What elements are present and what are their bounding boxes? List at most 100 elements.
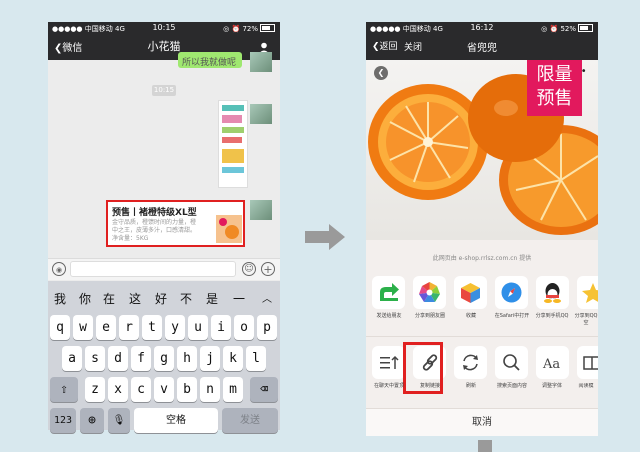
qzone-icon <box>582 283 604 303</box>
share-label: 发送给朋友 <box>376 313 402 319</box>
pin-top-icon <box>380 355 399 369</box>
voice-icon[interactable]: ◉ <box>52 262 66 276</box>
suggestion-item[interactable]: 你 <box>74 290 96 307</box>
search-icon <box>503 354 520 371</box>
chevron-left-icon: ❮ <box>377 68 385 77</box>
backspace-icon: ⌫ <box>260 382 268 397</box>
share-button-qzone[interactable] <box>577 276 604 309</box>
emoji-icon[interactable]: ☺ <box>242 262 256 276</box>
key-u[interactable]: u <box>188 315 208 340</box>
page-title: 省兜兜 <box>467 43 497 54</box>
key-c[interactable]: c <box>131 377 151 402</box>
globe-icon: ⊕ <box>88 413 96 428</box>
key-p[interactable]: p <box>257 315 277 340</box>
key-k[interactable]: k <box>223 346 243 371</box>
suggestion-item[interactable]: 好 <box>150 290 172 307</box>
action-label: 阅读模 <box>578 383 594 389</box>
key-w[interactable]: w <box>73 315 93 340</box>
back-circle-button[interactable]: ❮ <box>374 66 388 80</box>
suggestion-item[interactable]: 不 <box>175 290 197 307</box>
share-label: 分享到手机QQ <box>535 313 569 319</box>
qq-icon <box>544 283 561 303</box>
action-button-read-mode[interactable] <box>577 346 601 379</box>
arrow-down-icon <box>478 440 492 452</box>
plus-icon[interactable]: + <box>261 262 275 276</box>
cancel-button[interactable]: 取消 <box>366 408 598 436</box>
image-message[interactable] <box>218 100 248 188</box>
key-q[interactable]: q <box>50 315 70 340</box>
key-n[interactable]: n <box>200 377 220 402</box>
key-t[interactable]: t <box>142 315 162 340</box>
avatar[interactable] <box>250 200 272 220</box>
source-note: 此网页由 e-shop.rrlsz.com.cn 提供 <box>432 255 532 262</box>
avatar[interactable] <box>250 52 272 72</box>
moments-icon <box>419 282 440 302</box>
suggestion-item[interactable]: 在 <box>98 290 120 307</box>
card-title: 预售丨褚橙特级XL型 <box>112 208 197 218</box>
key-z[interactable]: z <box>85 377 105 402</box>
shift-key[interactable]: ⇧ <box>50 377 78 402</box>
numbers-key[interactable]: 123 <box>50 408 76 433</box>
card-description: 金守品质，橙馈时间的力量，橙 中之王，皮薄多汁，口感清甜。 净含量：5KG <box>112 219 197 242</box>
key-j[interactable]: j <box>200 346 220 371</box>
right-status-bar: ●●●●● 中国移动 4G 16:12 ◎ ⏰ 52% <box>366 22 598 35</box>
key-f[interactable]: f <box>131 346 151 371</box>
share-button-safari[interactable] <box>495 276 528 309</box>
suggestion-item[interactable]: 这 <box>124 290 146 307</box>
share-button-favorite[interactable] <box>454 276 487 309</box>
key-o[interactable]: o <box>234 315 254 340</box>
battery-icon <box>578 24 593 32</box>
action-label: 搜索页面内容 <box>496 383 527 389</box>
sheet-divider <box>366 336 598 337</box>
share-label: 分享到朋友圈 <box>414 313 445 319</box>
key-s[interactable]: s <box>85 346 105 371</box>
safari-icon <box>501 282 522 303</box>
profile-icon[interactable] <box>258 39 270 54</box>
key-a[interactable]: a <box>62 346 82 371</box>
svg-text:Aa: Aa <box>542 357 560 372</box>
suggestion-item[interactable]: 一 <box>228 290 250 307</box>
battery-icon <box>260 24 275 32</box>
share-button-qq[interactable] <box>536 276 569 309</box>
key-l[interactable]: l <box>246 346 266 371</box>
chevron-up-icon[interactable]: ︿ <box>256 290 278 305</box>
time-pill: 10:15 <box>152 85 176 96</box>
key-d[interactable]: d <box>108 346 128 371</box>
key-g[interactable]: g <box>154 346 174 371</box>
mic-key[interactable]: 🎙 <box>108 408 130 433</box>
presale-badge: 限量 预售 <box>527 60 582 116</box>
key-b[interactable]: b <box>177 377 197 402</box>
action-button-font[interactable]: Aa <box>536 346 569 379</box>
battery-indicator: ◎ ⏰ 72% <box>223 24 275 33</box>
space-key[interactable]: 空格 <box>134 408 218 433</box>
suggestion-item[interactable]: 我 <box>49 290 71 307</box>
key-h[interactable]: h <box>177 346 197 371</box>
key-i[interactable]: i <box>211 315 231 340</box>
action-button-pin[interactable] <box>372 346 405 379</box>
share-button-send-friend[interactable] <box>372 276 405 309</box>
arrow-right-icon <box>305 224 345 250</box>
shift-icon: ⇧ <box>60 382 68 397</box>
key-m[interactable]: m <box>223 377 243 402</box>
message-input[interactable] <box>70 261 236 277</box>
key-r[interactable]: r <box>119 315 139 340</box>
globe-key[interactable]: ⊕ <box>80 408 104 433</box>
share-label: 收藏 <box>465 313 476 319</box>
avatar[interactable] <box>250 104 272 124</box>
outgoing-bubble-partial[interactable]: 所以我就做呢 <box>178 52 242 68</box>
key-v[interactable]: v <box>154 377 174 402</box>
product-card-message[interactable]: 预售丨褚橙特级XL型 金守品质，橙馈时间的力量，橙 中之王，皮薄多汁，口感清甜。… <box>106 200 245 247</box>
key-y[interactable]: y <box>165 315 185 340</box>
action-label: 调整字体 <box>541 383 562 389</box>
action-button-search[interactable] <box>495 346 528 379</box>
action-button-refresh[interactable] <box>454 346 487 379</box>
battery-indicator: ◎ ⏰ 52% <box>541 24 593 33</box>
key-e[interactable]: e <box>96 315 116 340</box>
send-key[interactable]: 发送 <box>222 408 278 433</box>
chat-title: 小花猫 <box>147 40 181 53</box>
backspace-key[interactable]: ⌫ <box>250 377 278 402</box>
suggestion-item[interactable]: 是 <box>201 290 223 307</box>
key-x[interactable]: x <box>108 377 128 402</box>
action-label: 复制链接 <box>419 383 440 389</box>
share-button-moments[interactable] <box>413 276 446 309</box>
